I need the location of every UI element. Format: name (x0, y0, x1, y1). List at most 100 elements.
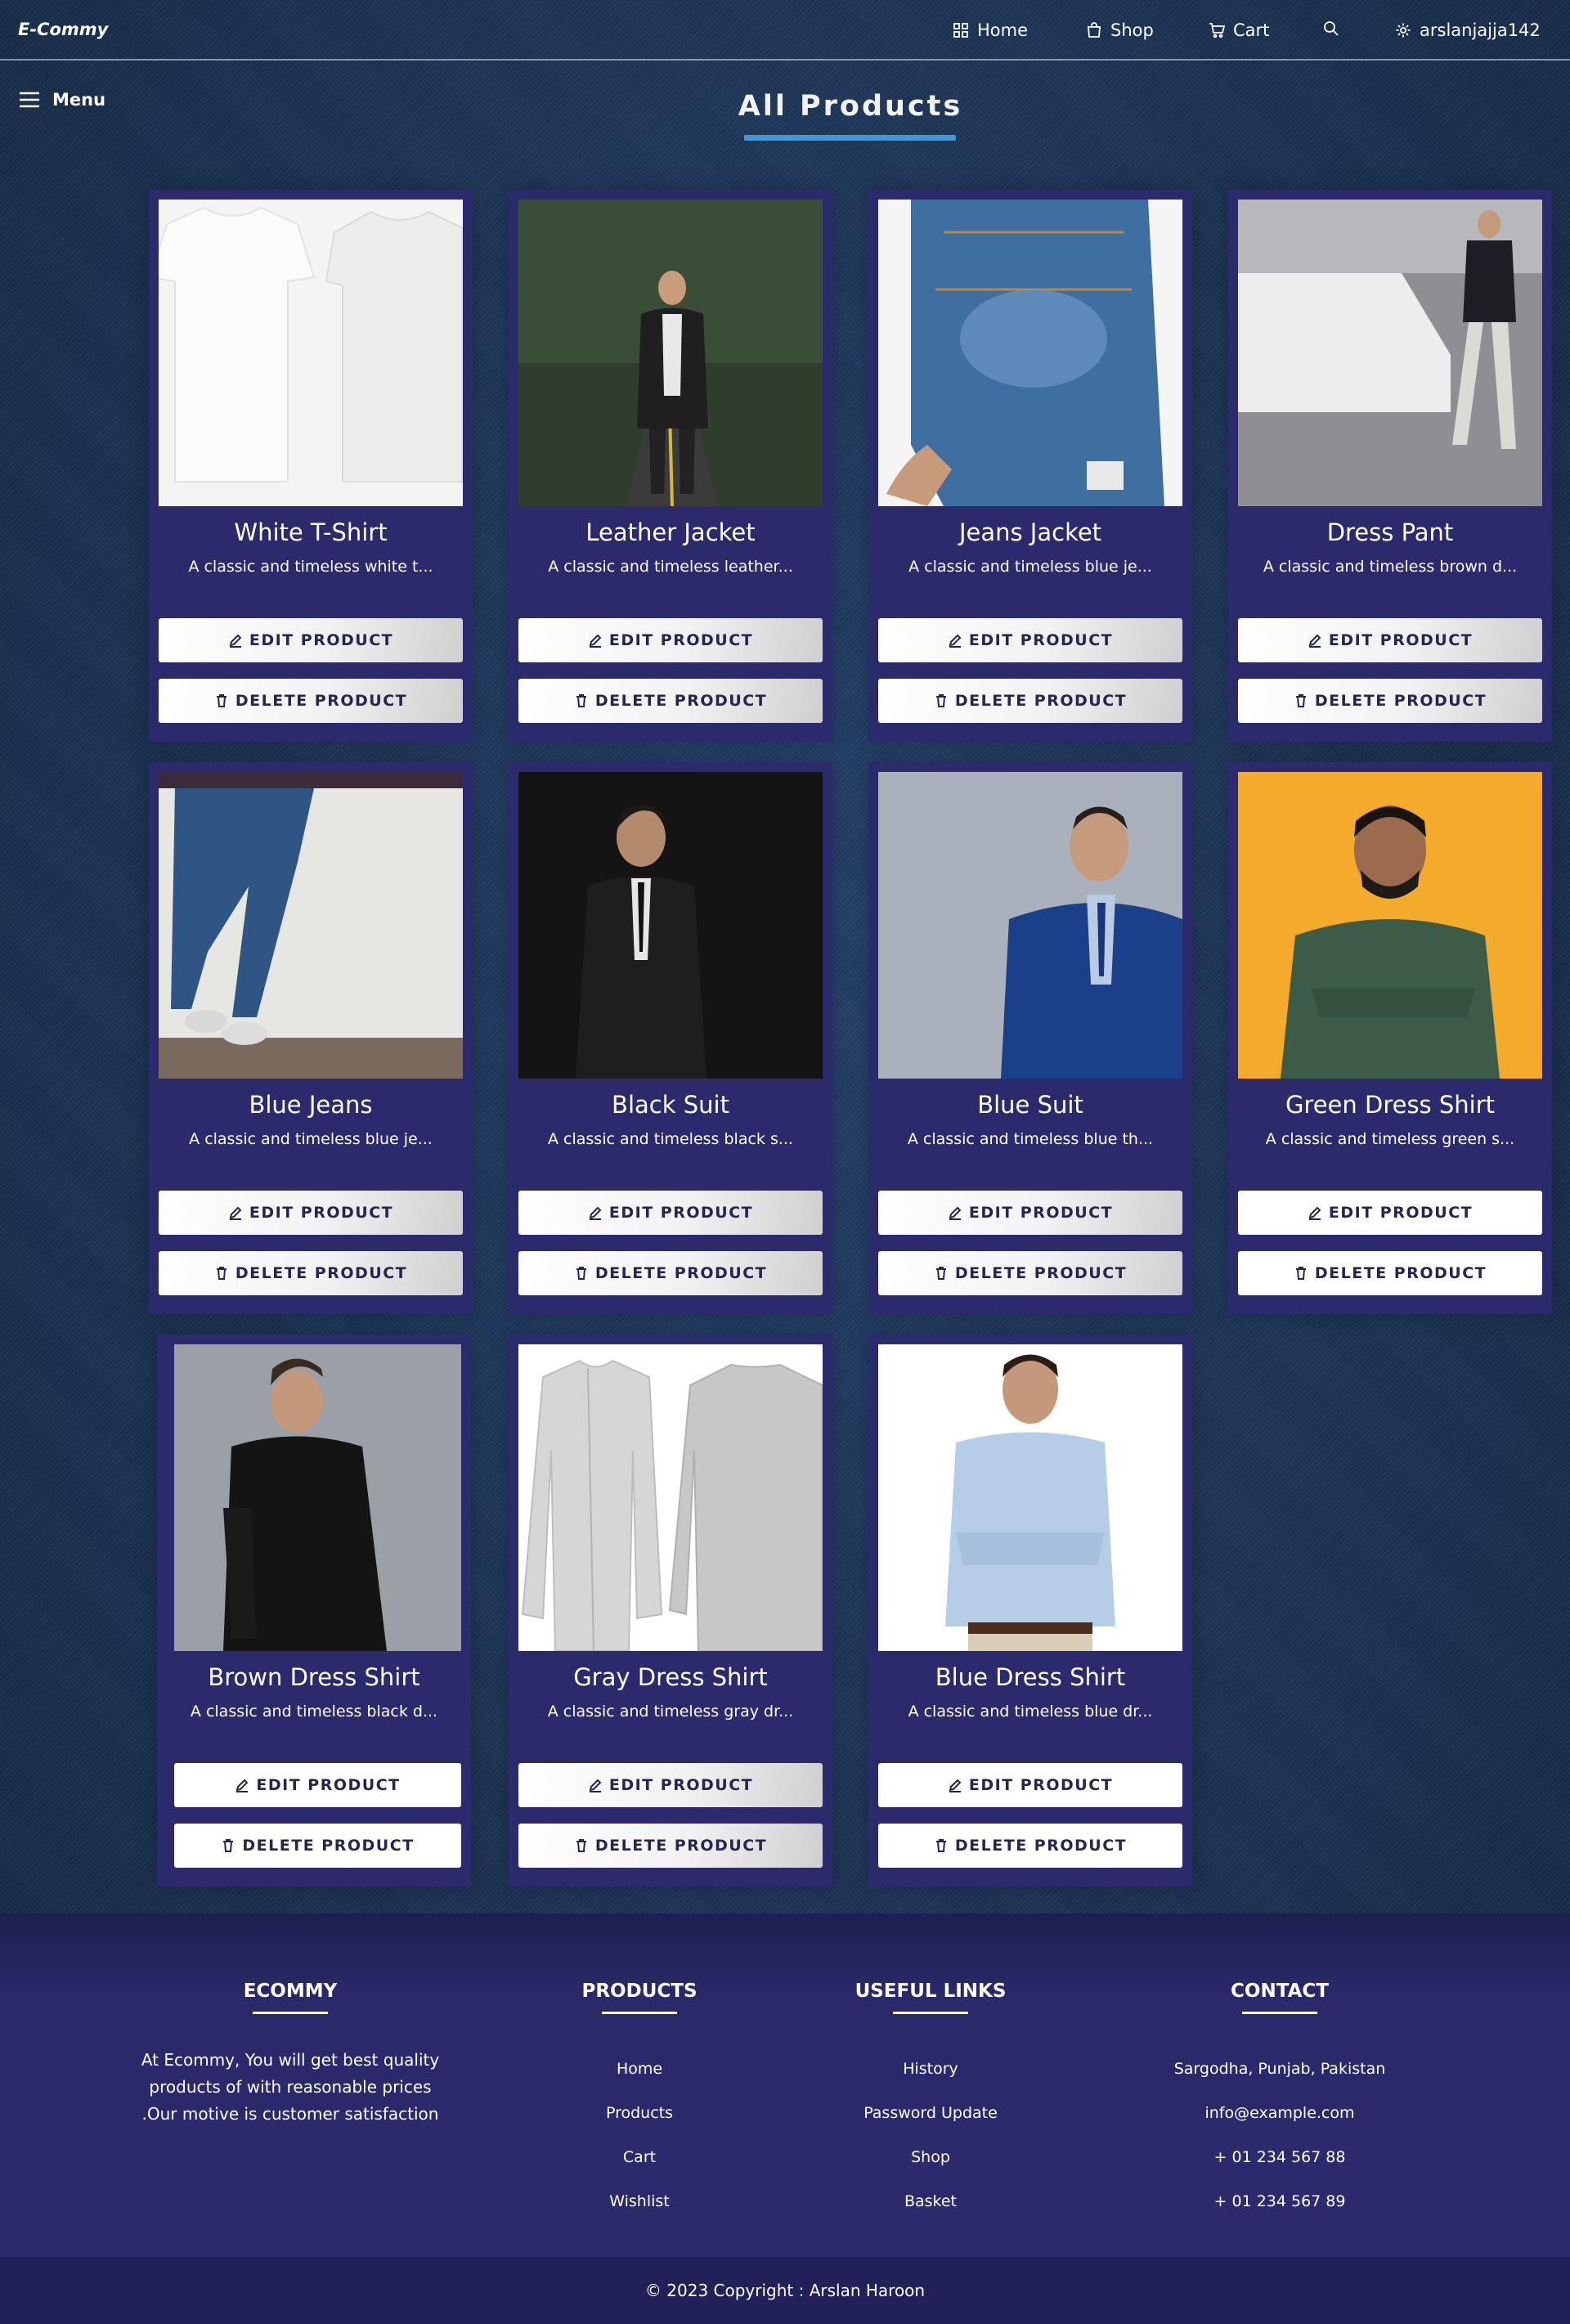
copyright-bar: © 2023 Copyright : Arslan Haroon (0, 2257, 1570, 2324)
edit-product-button[interactable]: EDIT PRODUCT (159, 1191, 463, 1235)
delete-product-label: DELETE PRODUCT (1314, 692, 1487, 710)
contact-phone-1: + 01 234 567 88 (1213, 2148, 1346, 2166)
delete-product-button[interactable]: DELETE PRODUCT (878, 679, 1182, 723)
product-description: A classic and timeless gray dr... (547, 1703, 794, 1721)
edit-product-label: EDIT PRODUCT (968, 631, 1114, 649)
delete-product-button[interactable]: DELETE PRODUCT (174, 1824, 461, 1868)
product-image-gray-dress-shirt[interactable] (518, 1344, 823, 1651)
heading-underline (893, 2012, 968, 2014)
delete-product-label: DELETE PRODUCT (1314, 1264, 1487, 1282)
pencil-icon (949, 1779, 962, 1792)
edit-product-button[interactable]: EDIT PRODUCT (1238, 1191, 1542, 1235)
trash-icon (1295, 694, 1306, 707)
edit-product-button[interactable]: EDIT PRODUCT (518, 1191, 823, 1235)
trash-icon (576, 694, 586, 707)
product-image-white-tshirt[interactable] (159, 200, 463, 506)
product-description: A classic and timeless blue je... (908, 558, 1152, 576)
delete-product-button[interactable]: DELETE PRODUCT (159, 1251, 463, 1295)
footer-link-shop[interactable]: Shop (808, 2135, 1053, 2179)
pencil-icon (949, 1206, 962, 1220)
product-image-black-suit[interactable] (518, 772, 823, 1079)
nav-home-link[interactable]: Home (953, 20, 1028, 40)
nav-cart-link[interactable]: Cart (1209, 20, 1269, 40)
edit-product-label: EDIT PRODUCT (249, 1204, 394, 1222)
footer-link-history[interactable]: History (808, 2047, 1053, 2091)
pencil-icon (229, 634, 242, 648)
edit-product-label: EDIT PRODUCT (608, 1776, 754, 1794)
product-card: Brown Dress Shirt A classic and timeless… (157, 1335, 471, 1887)
page-title: All Products (738, 90, 963, 123)
product-card: Leather Jacket A classic and timeless le… (509, 190, 832, 742)
footer-link-cart[interactable]: Cart (517, 2135, 762, 2179)
product-image-green-dress-shirt[interactable] (1238, 772, 1542, 1079)
footer-link-basket[interactable]: Basket (808, 2179, 1053, 2223)
delete-product-label: DELETE PRODUCT (235, 692, 408, 710)
product-image-leather-jacket[interactable] (518, 200, 823, 506)
delete-product-label: DELETE PRODUCT (594, 1264, 768, 1282)
edit-product-button[interactable]: EDIT PRODUCT (174, 1763, 461, 1807)
user-settings-link[interactable]: arslanjajja142 (1395, 20, 1541, 40)
edit-product-button[interactable]: EDIT PRODUCT (1238, 618, 1542, 662)
product-name: Gray Dress Shirt (573, 1663, 768, 1691)
product-description: A classic and timeless brown d... (1263, 558, 1518, 576)
edit-product-button[interactable]: EDIT PRODUCT (159, 618, 463, 662)
edit-product-button[interactable]: EDIT PRODUCT (518, 618, 823, 662)
site-footer: ECOMMY At Ecommy, You will get best qual… (0, 1913, 1570, 2257)
edit-product-label: EDIT PRODUCT (608, 1204, 754, 1222)
product-image-dress-pant[interactable] (1238, 200, 1542, 506)
contact-email[interactable]: info@example.com (1157, 2091, 1402, 2135)
delete-product-label: DELETE PRODUCT (235, 1264, 408, 1282)
nav-shop-link[interactable]: Shop (1086, 20, 1154, 40)
footer-link-password-update[interactable]: Password Update (808, 2091, 1053, 2135)
brand-logo[interactable]: E-Commy (18, 20, 108, 39)
delete-product-button[interactable]: DELETE PRODUCT (518, 1251, 823, 1295)
footer-link-products[interactable]: Products (517, 2091, 762, 2135)
delete-product-button[interactable]: DELETE PRODUCT (1238, 679, 1542, 723)
trash-icon (935, 694, 946, 707)
product-image-blue-dress-shirt[interactable] (878, 1344, 1182, 1651)
edit-product-button[interactable]: EDIT PRODUCT (878, 1191, 1182, 1235)
gear-icon (1396, 23, 1411, 38)
trash-icon (935, 1267, 946, 1280)
grid-icon (953, 23, 968, 38)
product-image-blue-suit[interactable] (878, 772, 1182, 1079)
edit-product-button[interactable]: EDIT PRODUCT (878, 618, 1182, 662)
product-image-blue-jeans[interactable] (159, 772, 463, 1079)
contact-phone-2: + 01 234 567 89 (1213, 2192, 1346, 2210)
top-navbar: E-Commy Home Shop Cart arslanjajja142 (0, 0, 1570, 61)
edit-product-label: EDIT PRODUCT (256, 1776, 401, 1794)
product-card: Green Dress Shirt A classic and timeless… (1228, 762, 1552, 1314)
delete-product-button[interactable]: DELETE PRODUCT (878, 1824, 1182, 1868)
product-description: A classic and timeless blue je... (189, 1130, 433, 1148)
nav-shop-label: Shop (1110, 20, 1154, 40)
delete-product-button[interactable]: DELETE PRODUCT (518, 1824, 823, 1868)
delete-product-button[interactable]: DELETE PRODUCT (1238, 1251, 1542, 1295)
delete-product-label: DELETE PRODUCT (242, 1837, 415, 1855)
delete-product-button[interactable]: DELETE PRODUCT (518, 679, 823, 723)
trash-icon (216, 694, 227, 707)
product-name: White T-Shirt (234, 518, 388, 546)
heading-underline (602, 2012, 677, 2014)
product-image-jeans-jacket[interactable] (878, 200, 1182, 506)
pencil-icon (1308, 634, 1321, 648)
footer-link-home[interactable]: Home (517, 2047, 762, 2091)
product-image-brown-dress-shirt[interactable] (174, 1344, 461, 1651)
search-button[interactable] (1323, 20, 1339, 37)
cart-icon (1209, 23, 1225, 38)
nav-home-label: Home (977, 20, 1029, 40)
footer-link-wishlist[interactable]: Wishlist (517, 2179, 762, 2223)
username-label: arslanjajja142 (1420, 20, 1541, 40)
trash-icon (223, 1839, 234, 1852)
product-description: A classic and timeless black s... (548, 1130, 793, 1148)
trash-icon (576, 1267, 586, 1280)
product-description: A classic and timeless blue dr... (908, 1703, 1153, 1721)
delete-product-label: DELETE PRODUCT (954, 1264, 1128, 1282)
delete-product-button[interactable]: DELETE PRODUCT (159, 679, 463, 723)
delete-product-button[interactable]: DELETE PRODUCT (878, 1251, 1182, 1295)
edit-product-button[interactable]: EDIT PRODUCT (878, 1763, 1182, 1807)
footer-about-text: At Ecommy, You will get best quality pro… (141, 2050, 440, 2124)
pencil-icon (236, 1779, 249, 1792)
edit-product-button[interactable]: EDIT PRODUCT (518, 1763, 823, 1807)
pencil-icon (589, 1206, 602, 1220)
trash-icon (576, 1839, 586, 1852)
